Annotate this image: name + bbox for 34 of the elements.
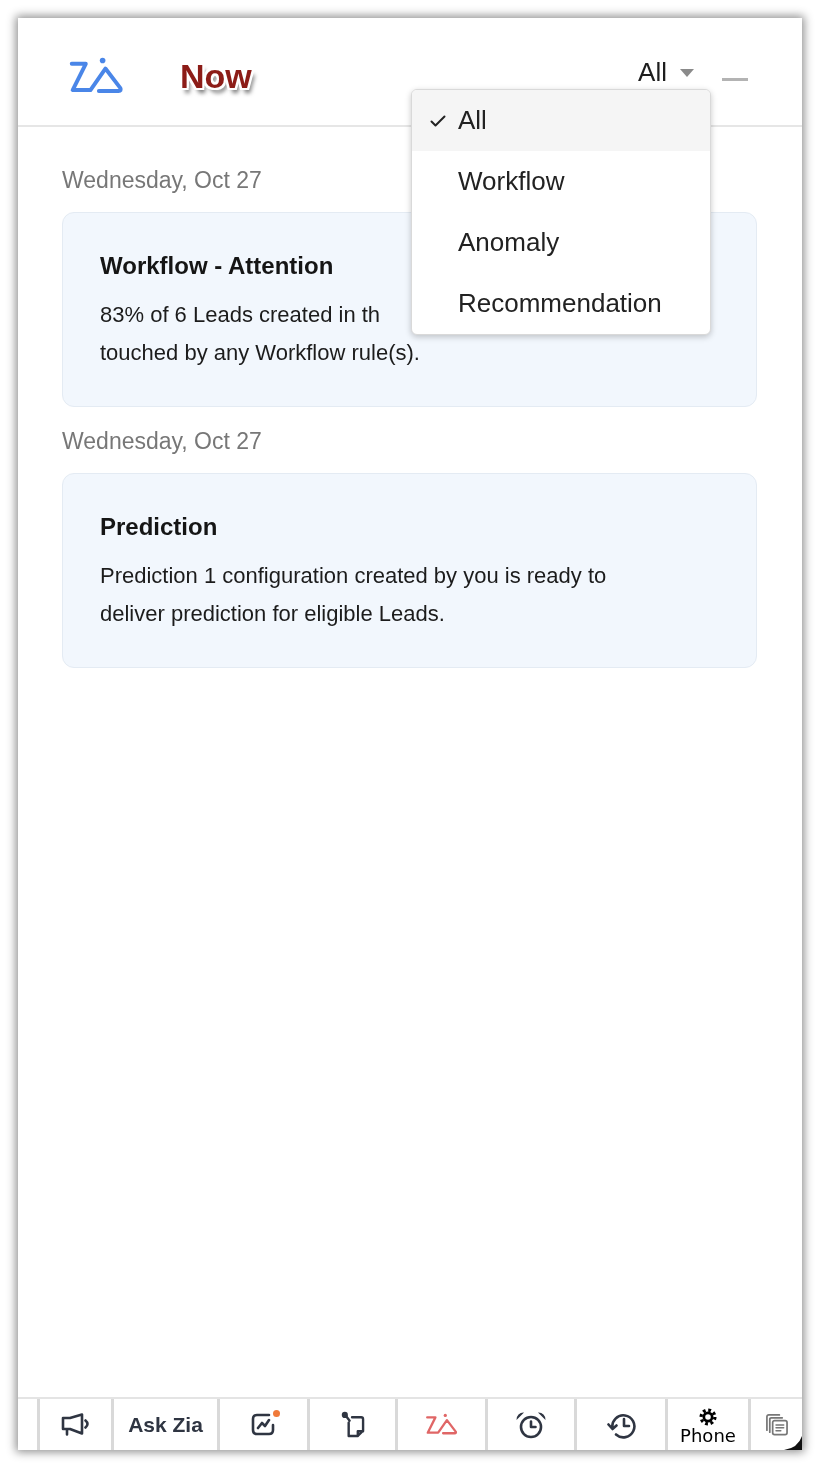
logo-icon [424,1413,459,1436]
bottom-bar-tab[interactable] [37,1399,111,1450]
message-line: touched by any Workflow rule(s). [100,339,420,367]
bottom-bar-tab[interactable] [307,1399,395,1450]
date-heading: Wednesday, Oct 27 [62,166,262,194]
bottom-bar-tab[interactable]: Ask Zia [111,1399,217,1450]
alarm-clock-icon [515,1410,547,1439]
settings-icon [699,1407,717,1426]
message-line: deliver prediction for eligible Leads. [100,600,445,628]
minimize-icon [722,78,748,81]
check-icon [430,114,446,127]
bottom-bar-tab[interactable] [748,1399,802,1450]
card-title: Workflow - Attention [100,251,334,281]
bottom-bar-tab[interactable] [485,1399,574,1450]
logo-icon [68,55,126,96]
bottom-bar-tab[interactable] [217,1399,307,1450]
filter-option[interactable]: All [412,90,710,151]
date-heading: Wednesday, Oct 27 [62,427,262,455]
resize-grip-icon[interactable] [784,1436,802,1450]
chart-icon [250,1413,277,1436]
filter-option[interactable]: Anomaly [412,212,710,273]
filter-option[interactable]: Workflow [412,151,710,212]
notes-icon [764,1413,789,1436]
page-title: Now [180,55,252,96]
message-line: 83% of 6 Leads created in th [100,301,381,329]
caret-icon [680,68,694,77]
filter-option[interactable]: Recommendation [412,273,710,334]
card-title: Prediction [100,512,218,542]
bottom-bar-tab[interactable]: Phone [665,1399,748,1450]
bottom-bar-tab[interactable] [574,1399,665,1450]
document-icon [340,1411,365,1438]
megaphone-icon [60,1413,91,1436]
message-line: Prediction 1 configuration created by you is ready to [100,562,607,590]
filter-dropdown[interactable]: All [638,57,694,88]
